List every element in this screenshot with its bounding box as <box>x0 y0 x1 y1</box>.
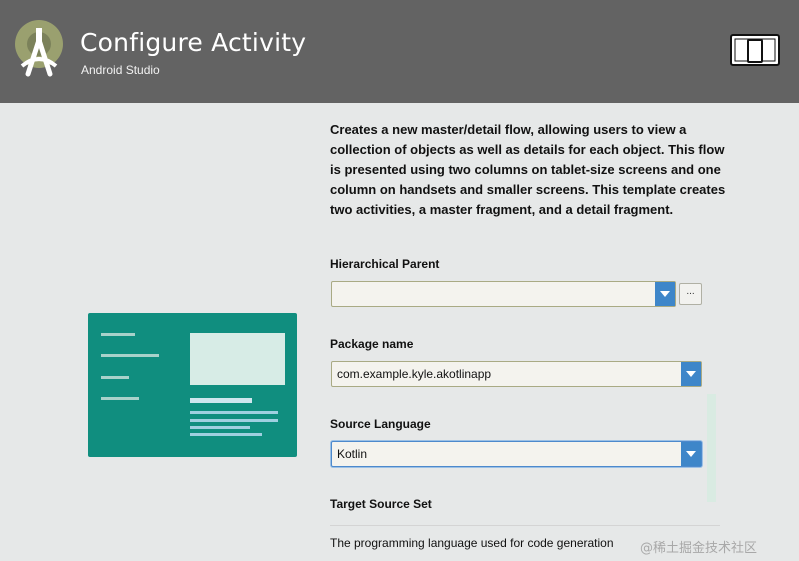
hierarchical-parent-combo[interactable] <box>331 281 676 307</box>
page-subtitle: Android Studio <box>81 63 160 77</box>
template-preview <box>88 313 297 457</box>
source-language-label: Source Language <box>330 417 431 431</box>
browse-button[interactable]: ... <box>679 283 702 305</box>
source-language-combo[interactable]: Kotlin <box>331 441 702 467</box>
hierarchical-parent-label: Hierarchical Parent <box>330 257 440 271</box>
chevron-down-icon[interactable] <box>681 442 701 466</box>
divider <box>330 525 720 526</box>
tablet-phone-icon[interactable] <box>730 32 780 68</box>
page-title: Configure Activity <box>80 28 307 57</box>
chevron-down-icon[interactable] <box>655 282 675 306</box>
package-name-label: Package name <box>330 337 414 351</box>
watermark: @稀土掘金技术社区 <box>640 541 758 556</box>
template-description: Creates a new master/detail flow, allowi… <box>330 122 726 217</box>
scrollbar[interactable] <box>707 394 716 502</box>
source-language-value: Kotlin <box>337 447 368 461</box>
master-detail-illustration <box>101 333 285 436</box>
field-hint: The programming language used for code g… <box>330 536 614 550</box>
android-studio-logo-icon <box>15 20 63 77</box>
package-name-value: com.example.kyle.akotlinapp <box>337 367 492 381</box>
header-bar: Configure Activity Android Studio <box>0 0 799 103</box>
package-name-combo[interactable]: com.example.kyle.akotlinapp <box>331 361 702 387</box>
chevron-down-icon[interactable] <box>681 362 701 386</box>
target-source-set-label: Target Source Set <box>330 497 432 511</box>
